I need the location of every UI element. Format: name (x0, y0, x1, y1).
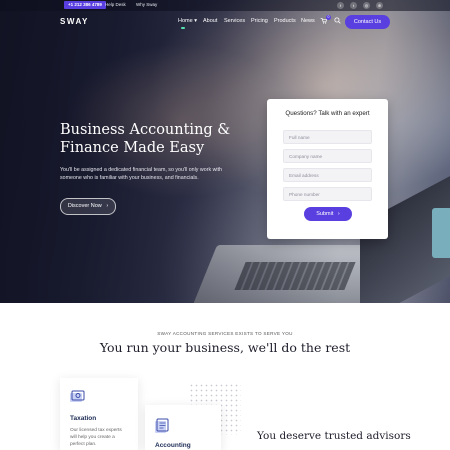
nav-about[interactable]: About (203, 18, 217, 24)
taxation-icon-svg (70, 390, 85, 402)
search-icon[interactable] (334, 17, 341, 26)
nav-pricing[interactable]: Pricing (251, 18, 268, 24)
full-name-field[interactable]: Full name (283, 130, 372, 144)
discover-now-label: Discover Now (67, 203, 102, 209)
logo[interactable]: SWAY (60, 17, 89, 26)
expert-contact-form: Questions? Talk with an expert Full name… (267, 99, 388, 239)
contact-us-button[interactable]: Contact Us (345, 15, 390, 29)
accounting-icon (154, 418, 170, 439)
nav-services[interactable]: Services (224, 18, 245, 24)
cart-count-badge: 0 (326, 15, 331, 20)
section-title: You run your business, we'll do the rest (99, 340, 351, 355)
submit-button[interactable]: Submit › (304, 207, 352, 221)
accounting-icon-svg (155, 418, 169, 433)
phone-number-field[interactable]: Phone number (283, 187, 372, 201)
submit-label: Submit (316, 211, 334, 217)
hero-title: Business Accounting & Finance Made Easy (60, 122, 231, 156)
why-sway-link[interactable]: Why Sway (136, 1, 157, 9)
twitter-icon[interactable]: t (350, 2, 357, 9)
section-eyebrow: SWAY ACCOUNTING SERVICES EXISTS TO SERVE… (157, 331, 293, 336)
accounting-card[interactable]: Accounting (145, 405, 221, 450)
nav-products[interactable]: Products (274, 18, 296, 24)
taxation-card[interactable]: Taxation Our licensed tax experts will h… (60, 378, 138, 450)
help-desk-link[interactable]: Help Desk (105, 1, 126, 9)
email-field[interactable]: Email address (283, 168, 372, 182)
nav-home[interactable]: Home ▾ (178, 18, 197, 24)
phone-number[interactable]: +1 212 386 4789 (64, 1, 106, 9)
chevron-right-icon: › (106, 203, 109, 209)
trusted-advisors-heading: You deserve trusted advisors (257, 430, 411, 442)
discover-now-button[interactable]: Discover Now › (60, 198, 116, 215)
chevron-right-icon: › (337, 211, 340, 217)
taxation-title: Taxation (70, 415, 97, 422)
instagram-icon[interactable]: ◎ (363, 2, 370, 9)
company-name-field[interactable]: Company name (283, 149, 372, 163)
nav-news[interactable]: News (301, 18, 315, 24)
facebook-icon[interactable]: f (337, 2, 344, 9)
dribbble-icon[interactable]: ⊕ (376, 2, 383, 9)
nav-active-indicator (181, 27, 185, 29)
hero-subtitle: You'll be assigned a dedicated financial… (60, 167, 223, 181)
taxation-text: Our licensed tax experts will help you c… (70, 428, 122, 447)
taxation-icon (69, 390, 85, 409)
search-icon-svg (334, 17, 341, 24)
accounting-title: Accounting (155, 442, 191, 449)
top-bar: +1 212 386 4789 Help Desk Why Sway f t ◎… (0, 0, 450, 11)
form-title: Questions? Talk with an expert (285, 110, 370, 117)
